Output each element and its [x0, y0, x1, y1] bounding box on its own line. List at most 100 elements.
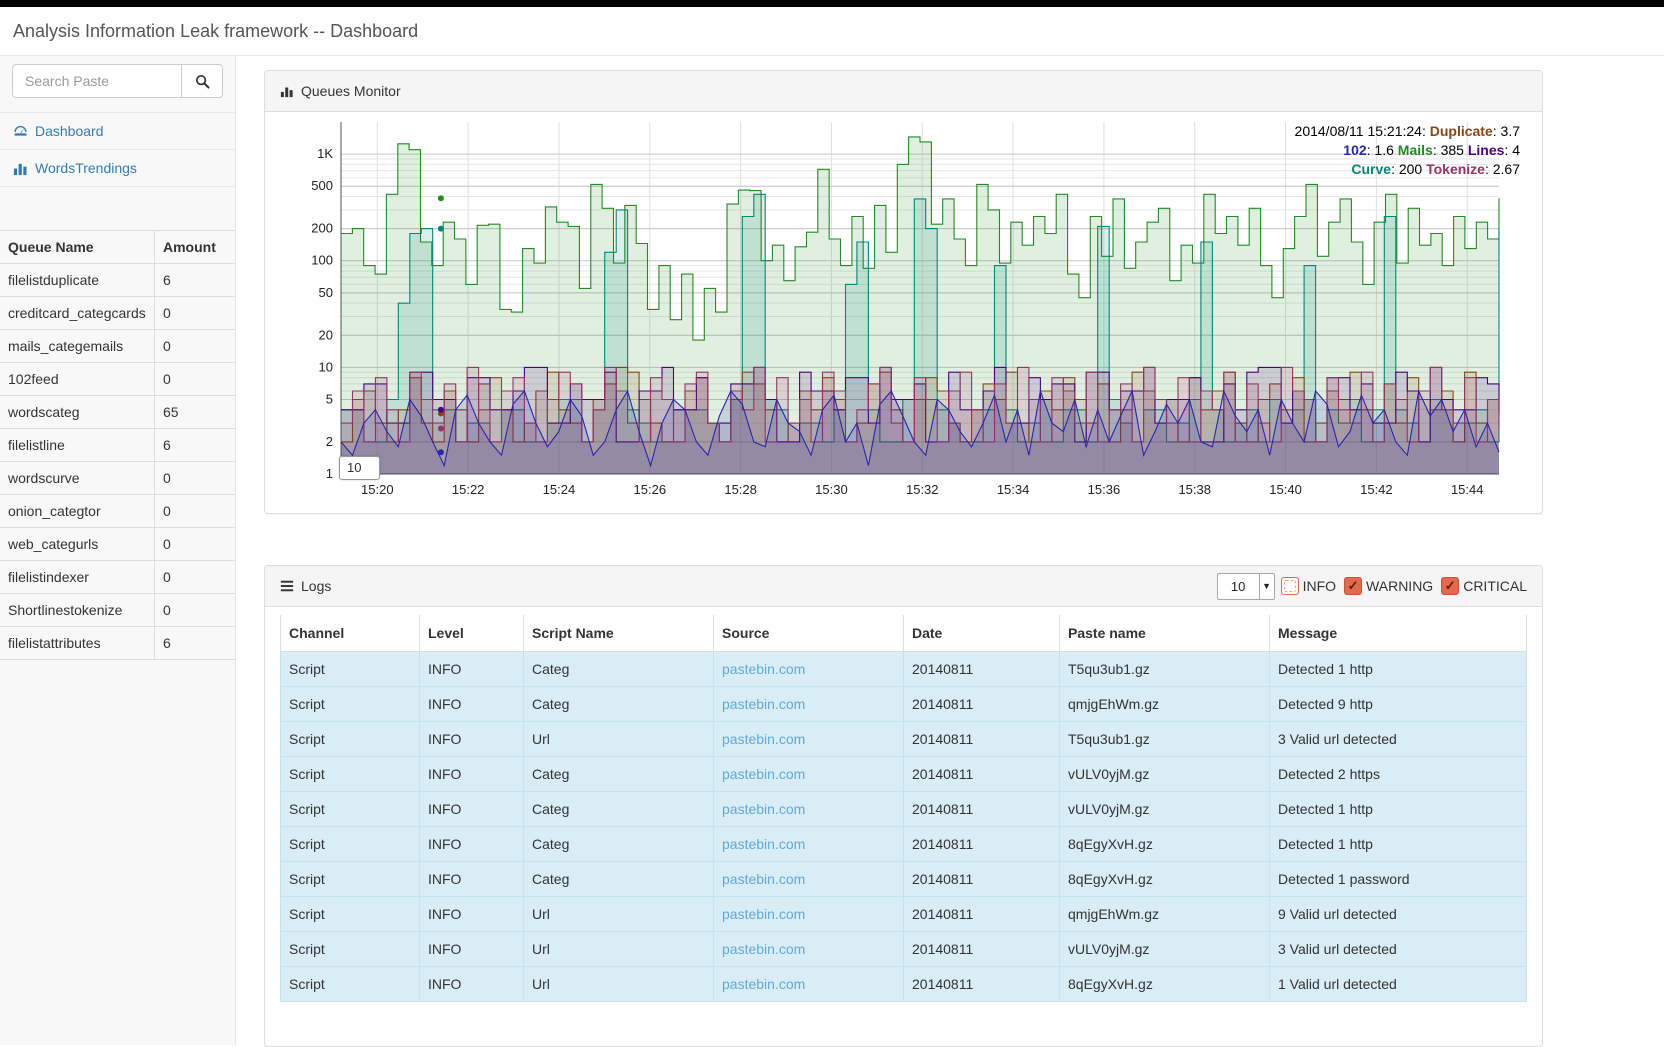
sidebar-item-dashboard[interactable]: Dashboard: [0, 113, 235, 150]
logs-cell: 20140811: [904, 932, 1060, 967]
logs-col-header: Channel: [281, 615, 420, 652]
source-link[interactable]: pastebin.com: [722, 661, 805, 677]
search-button[interactable]: [181, 64, 223, 98]
logs-cell: Script: [281, 932, 420, 967]
queue-row: web_categurls0: [0, 528, 235, 561]
logs-cell: Categ: [524, 757, 714, 792]
logs-cell: 20140811: [904, 722, 1060, 757]
logs-cell: 20140811: [904, 652, 1060, 687]
source-link[interactable]: pastebin.com: [722, 696, 805, 712]
legend-series-name: Mails: [1398, 142, 1433, 158]
source-link[interactable]: pastebin.com: [722, 871, 805, 887]
logs-cell: Script: [281, 862, 420, 897]
queue-name: onion_categtor: [0, 495, 155, 528]
roll-period-input[interactable]: 10: [339, 456, 380, 480]
logs-cell: Detected 1 http: [1270, 652, 1527, 687]
svg-text:2: 2: [326, 434, 333, 449]
queue-name: web_categurls: [0, 528, 155, 561]
filter-critical-checkbox[interactable]: ✓CRITICAL: [1441, 577, 1527, 595]
logs-cell: INFO: [420, 932, 524, 967]
queue-amount: 0: [155, 363, 236, 396]
source-link[interactable]: pastebin.com: [722, 801, 805, 817]
stats-icon: [280, 84, 294, 98]
svg-text:20: 20: [319, 327, 333, 342]
logs-cell: 1 Valid url detected: [1270, 967, 1527, 1002]
logs-cell: Script: [281, 757, 420, 792]
queue-name: wordscateg: [0, 396, 155, 429]
svg-text:5: 5: [326, 391, 333, 406]
logs-cell: 20140811: [904, 967, 1060, 1002]
legend-line: 102: 1.6 Mails: 385 Lines: 4: [1295, 141, 1520, 160]
source-link[interactable]: pastebin.com: [722, 906, 805, 922]
logs-row: ScriptINFOCategpastebin.com20140811T5qu3…: [281, 652, 1527, 687]
logs-cell: 20140811: [904, 862, 1060, 897]
legend-line: 2014/08/11 15:21:24: Duplicate: 3.7: [1295, 122, 1520, 141]
checked-checkbox-icon[interactable]: ✓: [1344, 577, 1362, 595]
queues-chart-area[interactable]: 15:2015:2215:2415:2615:2815:3015:3215:34…: [265, 112, 1542, 507]
logs-panel: Logs 10 ▼ INFO✓WARNING✓CRITICAL ChannelL…: [264, 565, 1543, 1047]
logs-cell: Script: [281, 897, 420, 932]
logs-controls: 10 ▼ INFO✓WARNING✓CRITICAL: [1217, 573, 1527, 600]
logs-cell: Script: [281, 827, 420, 862]
source-link[interactable]: pastebin.com: [722, 731, 805, 747]
filter-info-checkbox[interactable]: INFO: [1281, 577, 1336, 595]
queue-row: filelistduplicate6: [0, 264, 235, 297]
logs-cell: Script: [281, 967, 420, 1002]
legend-series-name: Tokenize: [1426, 161, 1485, 177]
source-link[interactable]: pastebin.com: [722, 836, 805, 852]
logs-cell: 20140811: [904, 827, 1060, 862]
queue-amount: 0: [155, 297, 236, 330]
queue-row: filelistline6: [0, 429, 235, 462]
filter-warning-checkbox[interactable]: ✓WARNING: [1344, 577, 1433, 595]
sidebar-item-wordstrendings[interactable]: WordsTrendings: [0, 150, 235, 187]
queues-panel-heading: Queues Monitor: [265, 71, 1542, 112]
logs-cell: 20140811: [904, 792, 1060, 827]
logs-cell: 3 Valid url detected: [1270, 932, 1527, 967]
logs-cell: pastebin.com: [714, 967, 904, 1002]
queues-monitor-panel: Queues Monitor 15:2015:2215:2415:2615:28…: [264, 70, 1543, 514]
source-link[interactable]: pastebin.com: [722, 941, 805, 957]
logs-cell: Categ: [524, 827, 714, 862]
logs-cell: Url: [524, 967, 714, 1002]
source-link[interactable]: pastebin.com: [722, 976, 805, 992]
logs-cell: pastebin.com: [714, 792, 904, 827]
logs-cell: Detected 9 http: [1270, 687, 1527, 722]
legend-line: Curve: 200 Tokenize: 2.67: [1295, 160, 1520, 179]
logs-panel-heading: Logs 10 ▼ INFO✓WARNING✓CRITICAL: [265, 566, 1542, 607]
logs-col-header: Script Name: [524, 615, 714, 652]
logs-row: ScriptINFOCategpastebin.com20140811vULV0…: [281, 792, 1527, 827]
logs-cell: Detected 2 https: [1270, 757, 1527, 792]
logs-cell: INFO: [420, 862, 524, 897]
unchecked-checkbox-icon[interactable]: [1281, 577, 1299, 595]
logs-row: ScriptINFOUrlpastebin.com20140811qmjgEhW…: [281, 897, 1527, 932]
logs-cell: pastebin.com: [714, 862, 904, 897]
queue-name: mails_categemails: [0, 330, 155, 363]
logs-page-size-select[interactable]: 10 ▼: [1217, 573, 1275, 600]
logs-cell: pastebin.com: [714, 687, 904, 722]
svg-text:15:22: 15:22: [452, 482, 485, 497]
logs-cell: vULV0yjM.gz: [1060, 932, 1270, 967]
checked-checkbox-icon[interactable]: ✓: [1441, 577, 1459, 595]
svg-text:500: 500: [311, 178, 333, 193]
filter-label: WARNING: [1366, 578, 1433, 594]
queue-name: filelistduplicate: [0, 264, 155, 297]
svg-text:15:40: 15:40: [1269, 482, 1302, 497]
logs-col-header: Date: [904, 615, 1060, 652]
queue-name: filelistattributes: [0, 627, 155, 660]
svg-text:15:24: 15:24: [543, 482, 576, 497]
source-link[interactable]: pastebin.com: [722, 766, 805, 782]
logs-cell: Detected 1 http: [1270, 792, 1527, 827]
bar-chart-icon: [13, 161, 28, 176]
queue-amount: 65: [155, 396, 236, 429]
queue-row: Shortlinestokenize0: [0, 594, 235, 627]
search-input[interactable]: [12, 64, 181, 98]
logs-cell: pastebin.com: [714, 897, 904, 932]
queue-amount: 0: [155, 594, 236, 627]
logs-cell: pastebin.com: [714, 932, 904, 967]
search-group: [12, 64, 223, 98]
logs-body: ChannelLevelScript NameSourceDatePaste n…: [265, 607, 1542, 1017]
logs-cell: Categ: [524, 792, 714, 827]
logs-cell: qmjgEhWm.gz: [1060, 687, 1270, 722]
logs-cell: INFO: [420, 897, 524, 932]
logs-cell: Url: [524, 897, 714, 932]
